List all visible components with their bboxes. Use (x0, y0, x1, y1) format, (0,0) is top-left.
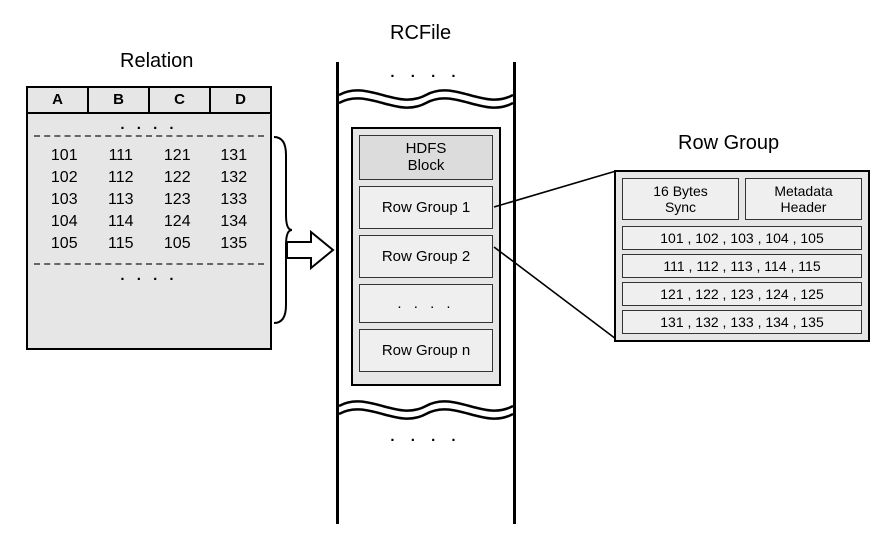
rcfile-top-ellipsis: . . . . (339, 62, 513, 85)
col-header-d: D (211, 88, 270, 112)
row-group-ellipsis: . . . . (359, 284, 493, 323)
hdfs-block: HDFS Block Row Group 1 Row Group 2 . . .… (351, 127, 501, 386)
cell: 115 (93, 235, 150, 253)
rcfile-title: RCFile (390, 22, 451, 45)
relation-ellipsis-top: . . . . (28, 114, 270, 135)
cell: 114 (93, 213, 150, 231)
column-chunk: 111 , 112 , 113 , 114 , 115 (622, 254, 862, 278)
arrow-icon (285, 230, 335, 270)
rowgroup-header-row: 16 Bytes Sync Metadata Header (622, 178, 862, 220)
relation-table: A B C D . . . . 101111121131 10211212213… (26, 86, 272, 350)
row-group-2: Row Group 2 (359, 235, 493, 278)
column-chunk: 131 , 132 , 133 , 134 , 135 (622, 310, 862, 334)
relation-title: Relation (120, 50, 193, 73)
cell: 111 (93, 147, 150, 165)
cell: 101 (36, 147, 93, 165)
col-header-c: C (150, 88, 211, 112)
cell: 135 (206, 235, 263, 253)
cell: 103 (36, 191, 93, 209)
cell: 132 (206, 169, 263, 187)
column-chunk: 101 , 102 , 103 , 104 , 105 (622, 226, 862, 250)
metadata-box: Metadata Header (745, 178, 862, 220)
cell: 131 (206, 147, 263, 165)
cell: 105 (36, 235, 93, 253)
col-header-b: B (89, 88, 150, 112)
relation-data-grid: 101111121131 102112122132 103113123133 1… (28, 137, 270, 263)
cell: 104 (36, 213, 93, 231)
wave-top-icon (339, 85, 513, 115)
rcfile-bottom-ellipsis: . . . . (339, 426, 513, 449)
cell: 123 (149, 191, 206, 209)
cell: 105 (149, 235, 206, 253)
cell: 134 (206, 213, 263, 231)
rowgroup-detail: 16 Bytes Sync Metadata Header 101 , 102 … (614, 170, 870, 342)
row-group-1: Row Group 1 (359, 186, 493, 229)
cell: 124 (149, 213, 206, 231)
relation-header-row: A B C D (28, 88, 270, 114)
relation-ellipsis-bottom: . . . . (28, 265, 270, 286)
hdfs-block-label: HDFS Block (359, 135, 493, 180)
rcfile-column: . . . . HDFS Block Row Group 1 Row Group… (336, 62, 516, 524)
cell: 102 (36, 169, 93, 187)
sync-box: 16 Bytes Sync (622, 178, 739, 220)
column-chunk: 121 , 122 , 123 , 124 , 125 (622, 282, 862, 306)
cell: 133 (206, 191, 263, 209)
cell: 112 (93, 169, 150, 187)
rowgroup-title: Row Group (678, 132, 779, 155)
cell: 122 (149, 169, 206, 187)
cell: 121 (149, 147, 206, 165)
wave-bottom-icon (339, 396, 513, 426)
cell: 113 (93, 191, 150, 209)
col-header-a: A (28, 88, 89, 112)
row-group-n: Row Group n (359, 329, 493, 372)
